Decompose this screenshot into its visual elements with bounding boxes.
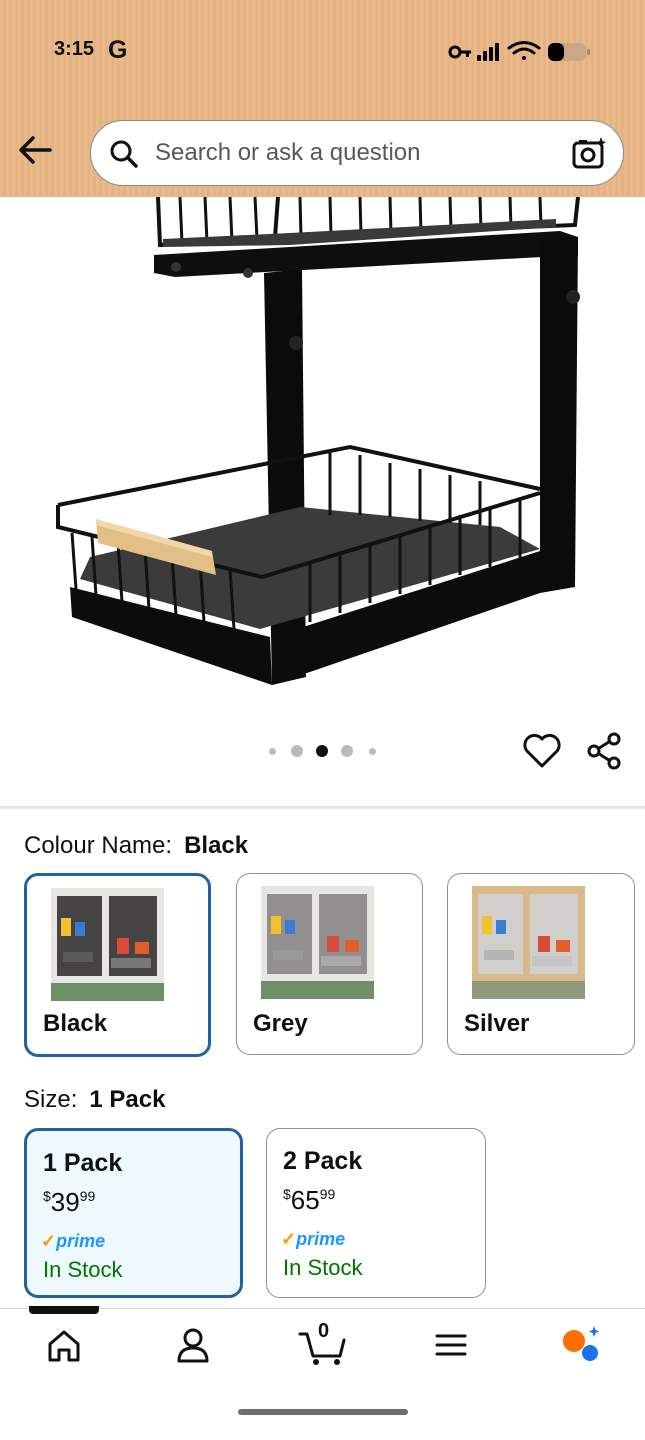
size-label: Size:: [24, 1086, 78, 1113]
pager-dot[interactable]: [369, 748, 376, 755]
stock-status: In Stock: [283, 1255, 363, 1280]
status-icons: [448, 41, 590, 61]
colour-option-black[interactable]: Black: [24, 873, 211, 1057]
colour-selected-value: Black: [184, 832, 249, 859]
image-pager[interactable]: [263, 743, 383, 759]
google-icon: G: [108, 36, 128, 64]
account-icon[interactable]: [163, 1320, 223, 1370]
app-header: 3:15 G Search or ask a question: [0, 0, 645, 197]
pager-dot[interactable]: [341, 745, 353, 757]
wifi-icon: [507, 41, 541, 60]
prime-check-icon: ✓: [41, 1231, 57, 1251]
status-time: 3:15: [54, 38, 95, 60]
size-option-price: $6599: [283, 1185, 336, 1215]
menu-icon[interactable]: [421, 1320, 481, 1370]
section-divider: [0, 806, 645, 809]
colour-option-grey[interactable]: Grey: [236, 873, 423, 1055]
pager-dot-active[interactable]: [316, 745, 328, 757]
key-icon: [448, 45, 471, 59]
prime-badge: ✓prime: [41, 1231, 106, 1251]
size-option-price: $3999: [43, 1187, 96, 1217]
size-option-1-pack[interactable]: 1 Pack $3999 ✓prime In Stock: [24, 1128, 243, 1298]
home-indicator[interactable]: [238, 1409, 408, 1415]
pager-dot[interactable]: [291, 745, 303, 757]
prime-check-icon: ✓: [281, 1229, 297, 1249]
share-icon[interactable]: [586, 732, 624, 770]
colour-label: Colour Name:: [24, 832, 173, 859]
signal-icon: [477, 43, 499, 61]
size-option-2-pack[interactable]: 2 Pack $6599 ✓prime In Stock: [266, 1128, 486, 1298]
cart-count: 0: [318, 1320, 330, 1342]
camera-search-icon[interactable]: [571, 135, 607, 171]
heart-icon[interactable]: [522, 732, 562, 770]
size-label-row: Size: 1 Pack: [24, 1086, 165, 1114]
stock-status: In Stock: [43, 1257, 123, 1282]
size-option-title: 2 Pack: [283, 1147, 363, 1175]
size-selected-value: 1 Pack: [89, 1086, 166, 1113]
cart-button[interactable]: 0: [294, 1320, 354, 1370]
home-icon[interactable]: [34, 1320, 94, 1370]
prime-badge: ✓prime: [281, 1229, 346, 1249]
battery-icon: [548, 43, 590, 61]
colour-option-label: Grey: [253, 1010, 308, 1037]
colour-thumbnail: [472, 886, 585, 999]
assistant-icon[interactable]: [550, 1320, 610, 1370]
back-arrow-icon[interactable]: [16, 132, 56, 168]
product-image[interactable]: [0, 197, 645, 717]
colour-thumbnail: [51, 888, 164, 1001]
size-option-title: 1 Pack: [43, 1149, 123, 1177]
search-bar[interactable]: Search or ask a question: [90, 120, 624, 186]
colour-label-row: Colour Name: Black: [24, 832, 248, 860]
search-input[interactable]: Search or ask a question: [155, 139, 421, 167]
active-tab-indicator: [29, 1306, 99, 1314]
colour-thumbnail: [261, 886, 374, 999]
pager-dot[interactable]: [269, 748, 276, 755]
search-icon: [110, 140, 138, 168]
colour-option-label: Black: [43, 1010, 108, 1037]
colour-option-silver[interactable]: Silver: [447, 873, 635, 1055]
colour-option-label: Silver: [464, 1010, 530, 1037]
